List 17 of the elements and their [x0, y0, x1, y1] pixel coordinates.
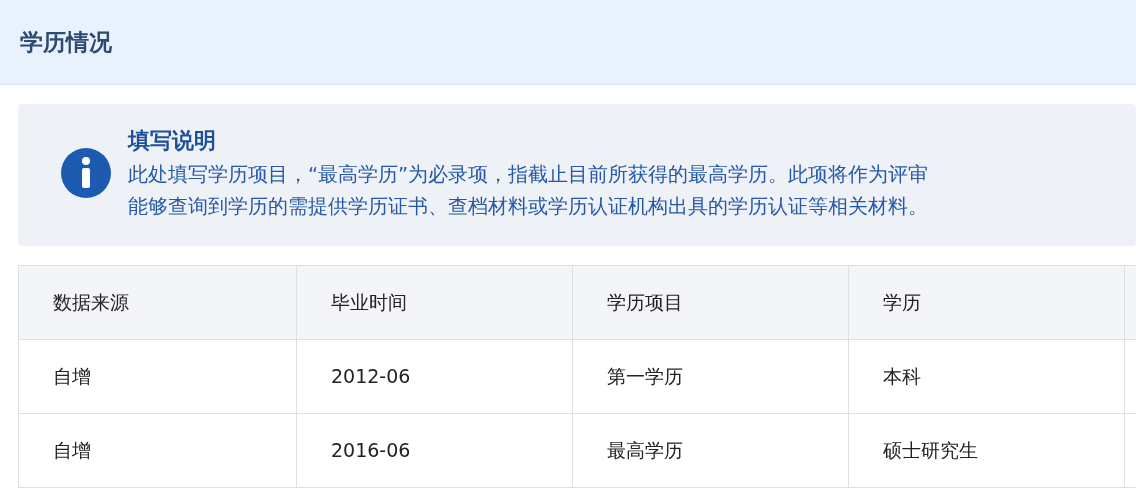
- table-cell: 硕士研究生: [848, 413, 1125, 488]
- table-cell: 最高学历: [572, 413, 849, 488]
- table-cell: 自增: [18, 413, 297, 488]
- notice-text: 此处填写学历项目，“最高学历”为必录项，指截止目前所获得的最高学历。此项将作为评审: [128, 163, 929, 187]
- notice-title: 填写说明: [128, 126, 217, 155]
- info-icon: [61, 148, 111, 198]
- table-cell: 2012-06: [296, 339, 573, 414]
- section-title: 学历情况: [20, 27, 112, 57]
- table-cell: 自增: [18, 339, 297, 414]
- table-cell: 第一学历: [572, 339, 849, 414]
- column-header: 学历项目: [572, 265, 849, 340]
- column-header: 数据来源: [18, 265, 297, 340]
- table-cell: 本科: [848, 339, 1125, 414]
- column-header: 学历: [848, 265, 1125, 340]
- notice-text: 能够查询到学历的需提供学历证书、查档材料或学历认证机构出具的学历认证等相关材料。: [128, 195, 928, 219]
- table-cell: 2016-06: [296, 413, 573, 488]
- column-header: 毕业时间: [296, 265, 573, 340]
